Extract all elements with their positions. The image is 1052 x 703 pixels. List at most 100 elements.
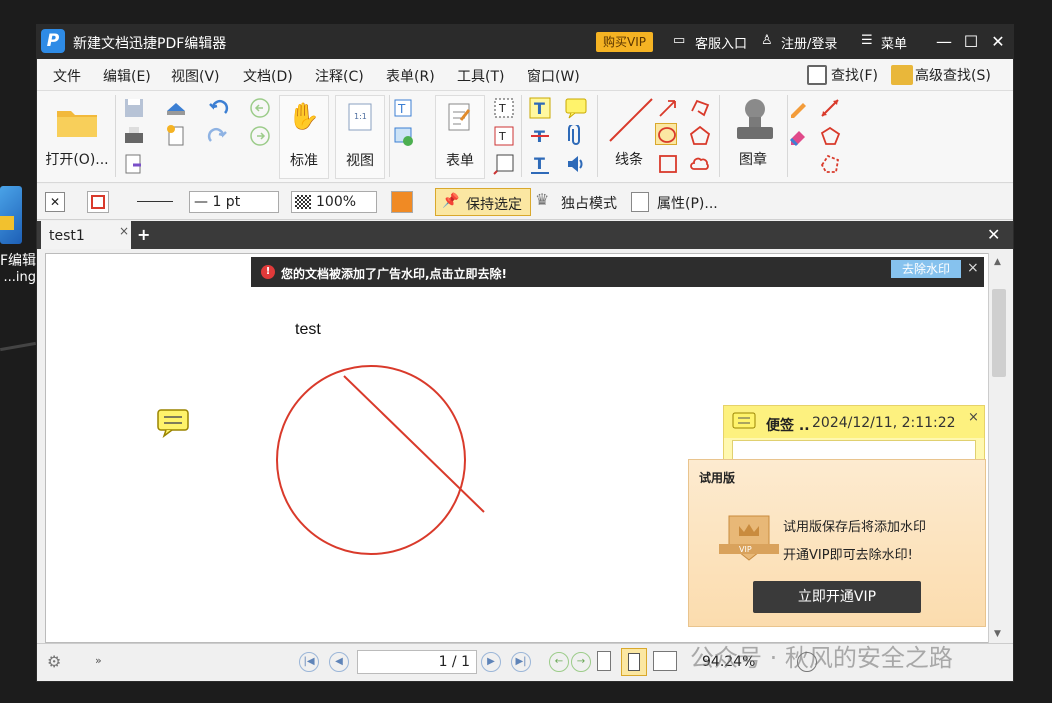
dimension-icon[interactable] — [819, 97, 841, 119]
main-menu-button[interactable]: 菜单 — [881, 33, 907, 52]
area-icon[interactable] — [819, 153, 841, 175]
last-page-icon[interactable]: ▶| — [511, 652, 531, 672]
stroke-color-picker[interactable] — [87, 191, 109, 213]
text-field-icon[interactable]: T — [493, 97, 515, 119]
new-tab-button[interactable]: + — [137, 225, 153, 244]
polyline-icon[interactable] — [689, 97, 711, 119]
sticky-note-icon — [732, 412, 756, 429]
standard-button[interactable]: ✋ 标准 — [279, 95, 329, 179]
scan-icon[interactable] — [165, 97, 187, 119]
crown-icon: ♛ — [535, 190, 550, 209]
menu-comment[interactable]: 注释(C) — [315, 66, 364, 86]
vertical-scrollbar[interactable]: ▲ ▼ — [988, 253, 1008, 643]
notice-close-icon[interactable]: × — [967, 260, 979, 276]
shape-annotations[interactable] — [268, 360, 518, 560]
undo-icon[interactable] — [207, 97, 229, 119]
desktop-decoration — [0, 341, 36, 352]
find-button[interactable]: 查找(F) — [831, 65, 878, 85]
save-icon[interactable] — [123, 97, 145, 119]
history-back-icon[interactable]: ← — [549, 652, 569, 672]
prev-page-icon[interactable]: ◀ — [329, 652, 349, 672]
ellipse-icon[interactable] — [655, 123, 677, 145]
history-forward-icon[interactable]: → — [571, 652, 591, 672]
callout-icon[interactable] — [493, 153, 515, 175]
print-icon[interactable] — [123, 125, 145, 147]
text-box-icon[interactable]: T — [493, 125, 515, 147]
menu-view[interactable]: 视图(V) — [171, 66, 220, 86]
menu-tools[interactable]: 工具(T) — [457, 66, 504, 86]
line-style-picker[interactable] — [137, 201, 173, 202]
rectangle-icon[interactable] — [657, 153, 679, 175]
register-login-link[interactable]: 注册/登录 — [781, 33, 837, 52]
close-button[interactable]: ✕ — [985, 29, 1011, 55]
fill-color-picker[interactable] — [391, 191, 413, 213]
forward-icon[interactable] — [249, 125, 271, 147]
facing-page-icon[interactable] — [653, 651, 677, 671]
tab-close-icon[interactable]: × — [119, 224, 129, 238]
menu-window[interactable]: 窗口(W) — [527, 66, 580, 86]
image-edit-icon[interactable] — [393, 125, 415, 147]
service-link[interactable]: 客服入口 — [695, 33, 747, 52]
attach-icon[interactable] — [565, 125, 587, 147]
document-text[interactable]: test — [295, 321, 321, 339]
menu-document[interactable]: 文档(D) — [243, 66, 293, 86]
menu-edit[interactable]: 编辑(E) — [103, 66, 151, 86]
menu-form[interactable]: 表单(R) — [386, 66, 435, 86]
remove-watermark-button[interactable]: 去除水印 — [891, 260, 961, 278]
maximize-button[interactable]: ☐ — [958, 29, 984, 55]
page-number-input[interactable]: 1 / 1 — [357, 650, 477, 674]
line-tool-button[interactable]: 线条 — [599, 95, 659, 179]
text-edit-icon[interactable]: T — [393, 97, 415, 119]
line-icon — [609, 98, 653, 142]
back-icon[interactable] — [249, 97, 271, 119]
open-vip-button[interactable]: 立即开通VIP — [753, 581, 921, 613]
redo-icon[interactable] — [207, 125, 229, 147]
no-fill-box[interactable]: ✕ — [45, 192, 65, 212]
scroll-thumb[interactable] — [992, 289, 1006, 377]
settings-gear-icon[interactable]: ⚙ — [47, 652, 61, 671]
watermark-notice-text: 您的文档被添加了广告水印,点击立即去除! — [281, 267, 508, 281]
stamp-button[interactable]: 图章 — [723, 95, 783, 179]
view-button[interactable]: 1:1 视图 — [335, 95, 385, 179]
continuous-page-icon[interactable] — [621, 648, 647, 676]
sticky-close-icon[interactable]: × — [968, 410, 979, 425]
line-width-select[interactable]: — 1 pt — [189, 191, 279, 213]
tab-test1[interactable]: test1 × — [41, 221, 131, 249]
first-page-icon[interactable]: |◀ — [299, 652, 319, 672]
next-page-icon[interactable]: ▶ — [481, 652, 501, 672]
menu-file[interactable]: 文件 — [53, 66, 81, 86]
exclusive-mode-button[interactable]: 独占模式 — [561, 193, 617, 213]
close-all-tabs-icon[interactable]: ✕ — [987, 225, 1000, 244]
buy-vip-button[interactable]: 购买VIP — [596, 32, 653, 52]
keep-selected-button[interactable]: 📌 保持选定 — [435, 188, 531, 216]
underline-icon[interactable]: T — [529, 153, 551, 175]
opacity-icon — [295, 195, 311, 209]
eraser-icon[interactable] — [787, 125, 809, 147]
single-page-icon[interactable] — [597, 651, 611, 671]
sound-icon[interactable] — [565, 153, 587, 175]
properties-button[interactable]: 属性(P)... — [657, 193, 718, 213]
advanced-find-button[interactable]: 高级查找(S) — [915, 65, 991, 85]
scroll-down-icon[interactable]: ▼ — [994, 629, 1001, 639]
expand-chevron-icon[interactable]: » — [95, 654, 102, 667]
new-doc-icon[interactable] — [165, 125, 187, 147]
pencil-icon[interactable] — [787, 97, 809, 119]
perimeter-icon[interactable] — [819, 125, 841, 147]
typewriter-icon[interactable]: T — [529, 97, 551, 119]
strikeout-icon[interactable]: T — [529, 125, 551, 147]
open-button[interactable]: 打开(O)... — [41, 95, 113, 179]
cloud-icon[interactable] — [689, 153, 711, 175]
note-icon[interactable] — [565, 97, 587, 119]
export-icon[interactable] — [123, 153, 145, 175]
minimize-button[interactable]: — — [931, 29, 957, 55]
polygon-icon[interactable] — [689, 125, 711, 147]
scroll-up-icon[interactable]: ▲ — [994, 257, 1001, 267]
properties-toolbar: ✕ — 1 pt 100% 📌 保持选定 ♛ 独占模式 属性(P)... — [37, 184, 1013, 220]
form-button[interactable]: 表单 — [435, 95, 485, 179]
user-icon: ♙ — [761, 33, 773, 48]
svg-text:T: T — [534, 99, 545, 118]
arrow-icon[interactable] — [657, 97, 679, 119]
desktop-app-icon[interactable] — [0, 186, 22, 244]
comment-note-icon[interactable] — [156, 408, 190, 438]
circle-annotation[interactable] — [276, 365, 466, 555]
